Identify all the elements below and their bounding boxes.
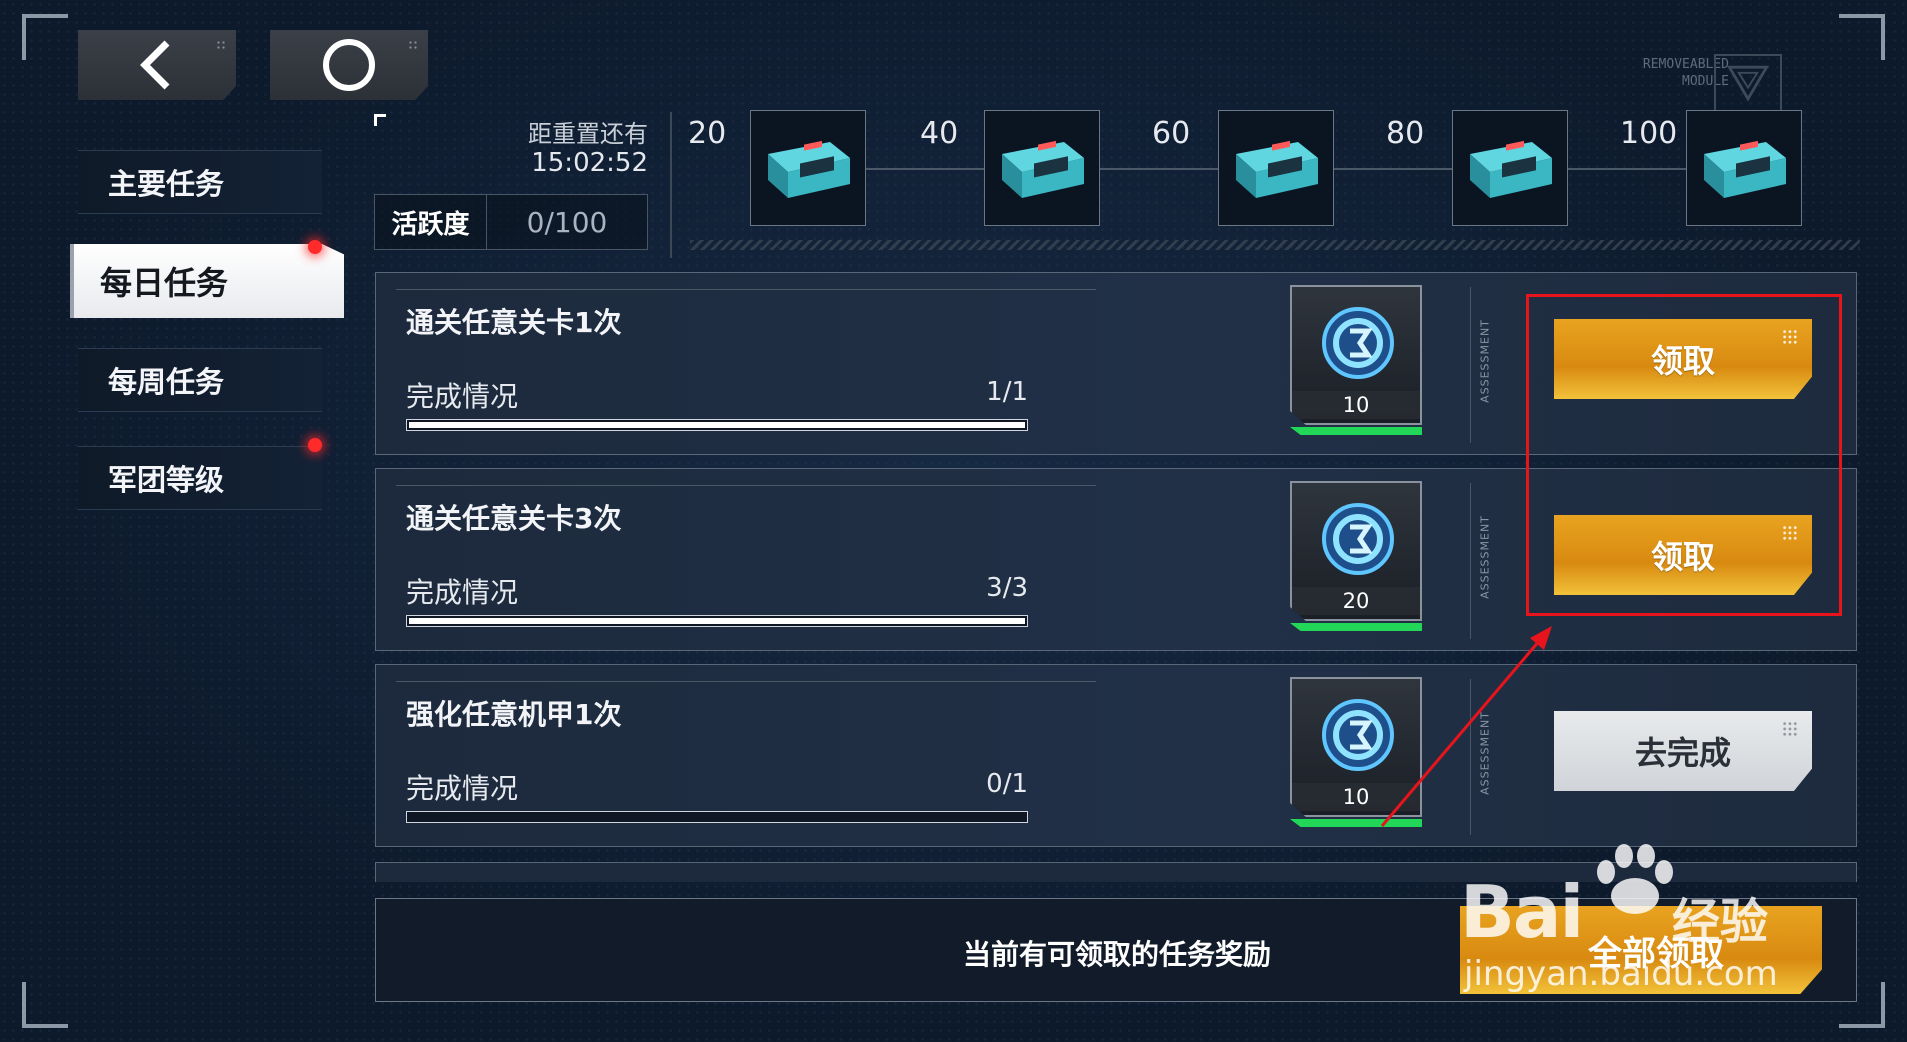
progress-fill bbox=[409, 618, 1025, 624]
progress-bar bbox=[406, 615, 1028, 627]
supply-chest-icon bbox=[1002, 140, 1084, 198]
task-title: 强化任意机甲1次 bbox=[406, 698, 622, 731]
sidebar-item-legion-level[interactable]: 军团等级 bbox=[78, 446, 322, 510]
milestone-label: 20 bbox=[688, 116, 727, 151]
reward-amount: 20 bbox=[1292, 587, 1420, 615]
assessment-tag: ASSESSMENT bbox=[1470, 679, 1494, 835]
progress-label: 完成情况 bbox=[406, 772, 519, 805]
annotation-highlight-box bbox=[1526, 294, 1842, 616]
progress-value: 0/1 bbox=[986, 769, 1028, 799]
home-button[interactable] bbox=[270, 30, 428, 100]
circle-icon bbox=[323, 39, 375, 91]
reward-item[interactable]: 10 bbox=[1290, 285, 1422, 425]
assessment-tag: ASSESSMENT bbox=[1470, 483, 1494, 639]
milestone-label: 80 bbox=[1386, 116, 1425, 151]
milestone-chest[interactable] bbox=[1452, 110, 1568, 226]
progress-value: 1/1 bbox=[986, 377, 1028, 407]
task-title: 通关任意关卡1次 bbox=[406, 306, 622, 339]
notification-badge bbox=[308, 240, 322, 254]
supply-chest-icon bbox=[768, 140, 850, 198]
grip-dots-icon bbox=[1782, 721, 1798, 737]
reward-rarity-bar bbox=[1290, 427, 1422, 435]
milestone-chest[interactable] bbox=[1218, 110, 1334, 226]
go-complete-button[interactable]: 去完成 bbox=[1554, 711, 1812, 791]
frame-corner-top-right bbox=[1839, 14, 1885, 60]
progress-value: 3/3 bbox=[986, 573, 1028, 603]
triangle-emblem-icon bbox=[1714, 54, 1782, 112]
reward-rarity-bar bbox=[1290, 623, 1422, 631]
sidebar-item-label: 每周任务 bbox=[108, 365, 225, 399]
progress-label: 完成情况 bbox=[406, 576, 519, 609]
reset-countdown-label: 距重置还有 bbox=[528, 120, 648, 148]
reward-rarity-bar bbox=[1290, 819, 1422, 827]
reward-amount: 10 bbox=[1292, 391, 1420, 419]
sidebar-item-label: 主要任务 bbox=[108, 167, 225, 201]
go-complete-button-label: 去完成 bbox=[1634, 734, 1731, 772]
task-title: 通关任意关卡3次 bbox=[406, 502, 622, 535]
supply-chest-icon bbox=[1236, 140, 1318, 198]
chevron-left-icon bbox=[140, 40, 170, 90]
activity-points: 活跃度 0/100 bbox=[374, 194, 648, 250]
activity-value: 0/100 bbox=[526, 205, 608, 239]
milestone-label: 100 bbox=[1620, 116, 1678, 151]
corner-mark bbox=[374, 114, 386, 126]
reward-item[interactable]: 10 bbox=[1290, 677, 1422, 817]
progress-bar bbox=[406, 811, 1028, 823]
sidebar-item-main-tasks[interactable]: 主要任务 bbox=[78, 150, 322, 214]
sidebar-item-label: 军团等级 bbox=[108, 463, 225, 497]
activity-coin-icon bbox=[1322, 699, 1394, 771]
frame-corner-top-left bbox=[22, 14, 68, 60]
sidebar-item-daily-tasks[interactable]: 每日任务 bbox=[70, 244, 344, 318]
reset-countdown-time: 15:02:52 bbox=[531, 148, 648, 178]
grip-dots-icon bbox=[408, 40, 418, 50]
task-card: 强化任意机甲1次 完成情况 0/1 10 ASSESSMENT 去完成 bbox=[375, 664, 1857, 847]
task-card-partial bbox=[375, 862, 1857, 882]
milestone-label: 60 bbox=[1152, 116, 1191, 151]
hatch-divider bbox=[690, 240, 1860, 250]
milestone-chest[interactable] bbox=[984, 110, 1100, 226]
activity-coin-icon bbox=[1322, 503, 1394, 575]
milestone-label: 40 bbox=[920, 116, 959, 151]
sidebar-item-weekly-tasks[interactable]: 每周任务 bbox=[78, 348, 322, 412]
assessment-label: ASSESSMENT bbox=[1478, 711, 1492, 795]
progress-fill bbox=[409, 422, 1025, 428]
milestone-chest[interactable] bbox=[750, 110, 866, 226]
divider bbox=[670, 112, 672, 258]
activity-label: 活跃度 bbox=[375, 195, 487, 249]
assessment-tag: ASSESSMENT bbox=[1470, 287, 1494, 443]
grip-dots-icon bbox=[216, 40, 226, 50]
progress-bar bbox=[406, 419, 1028, 431]
reward-amount: 10 bbox=[1292, 783, 1420, 811]
back-button[interactable] bbox=[78, 30, 236, 100]
sidebar-item-label: 每日任务 bbox=[100, 264, 229, 302]
reward-item[interactable]: 20 bbox=[1290, 481, 1422, 621]
activity-coin-icon bbox=[1322, 307, 1394, 379]
progress-label: 完成情况 bbox=[406, 380, 519, 413]
supply-chest-icon bbox=[1704, 140, 1786, 198]
claim-all-button[interactable]: 全部领取 bbox=[1460, 906, 1822, 994]
supply-chest-icon bbox=[1470, 140, 1552, 198]
assessment-label: ASSESSMENT bbox=[1478, 319, 1492, 403]
notification-badge bbox=[308, 438, 322, 452]
claim-all-label: 全部领取 bbox=[1588, 933, 1724, 974]
frame-corner-bottom-left bbox=[22, 982, 68, 1028]
assessment-label: ASSESSMENT bbox=[1478, 515, 1492, 599]
milestone-chest[interactable] bbox=[1686, 110, 1802, 226]
